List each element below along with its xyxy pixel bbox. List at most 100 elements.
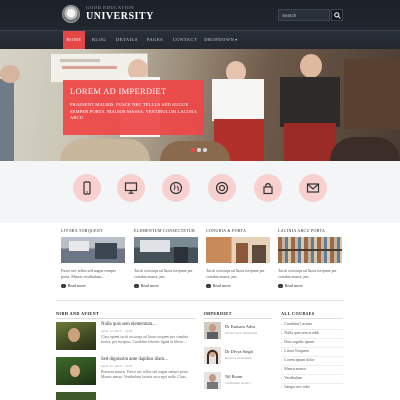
news-title[interactable]: Sed dignissim ante dapibus diam... [101,357,168,362]
read-more-link[interactable]: › Read more [206,283,231,289]
course-link[interactable]: › Curabitur Lacinia [281,322,312,326]
hero-bookshelf [344,59,400,129]
chevron-right-icon: › [281,349,283,353]
course-label: Nulla quis sem at nibh [284,331,320,335]
mobile-icon [83,181,91,195]
course-link[interactable]: › Nulla quis sem at nibh [281,331,319,335]
feature-lifebuoy[interactable] [208,174,236,202]
card-image[interactable] [61,237,125,263]
search-button[interactable] [331,9,343,21]
card-title: LACINIA ARCU PORTA [278,228,326,233]
read-more-link[interactable]: › Read more [61,283,86,289]
chevron-right-icon: › [281,358,283,362]
slider-dot[interactable] [191,148,195,152]
news-date: April 12, 2013 - 14:23 [101,364,133,368]
hero-student-skirt [284,123,336,161]
news-heading-rule [56,318,196,319]
person-item[interactable]: Dr Divya Singh Inceptos elementum [204,347,272,367]
course-link[interactable]: › Vestibulum [281,376,302,380]
nav-dropdown-label: DROPDOWN [204,37,235,42]
hero-teacher-head [0,65,20,83]
lifebuoy-icon [215,181,229,195]
search-icon [334,12,341,19]
card-title: ELEMENTUM CONSECTETUR [134,228,196,233]
read-more-label: Read more [67,283,86,288]
main-nav: HOME BLOG DETAILS PAGES CONTACT DROPDOWN… [0,30,400,49]
feature-envelope[interactable] [299,174,327,202]
person-role: Inceptos elementum [225,356,252,360]
person-name: Dr Divya Singh [225,349,253,354]
course-link[interactable]: › Duis sagittis ipsum [281,340,314,344]
news-date: April 12, 2013 - 14:23 [101,329,133,333]
read-more-label: Read more [140,283,159,288]
feature-monitor[interactable] [117,174,145,202]
hero-foreground-heads [160,141,230,161]
card-text: Taciti sociosqu ad litora torquent per c… [206,268,265,279]
hero-foreground-heads [330,137,400,161]
envelope-icon [306,183,320,193]
news-title[interactable]: Nulla quis sem elementum... [101,322,156,327]
card-image[interactable] [206,237,270,263]
hero-slider[interactable]: LOREM AD IMPERDIET PRAESENT MAURIS. FUSC… [0,49,400,161]
slider-dot[interactable] [203,148,207,152]
news-text: Class aptent taciti sociosqu ad litora t… [101,335,189,344]
feature-globe[interactable] [162,174,190,202]
news-image[interactable] [56,322,96,350]
person-name: Nil Room [225,374,243,379]
nav-home[interactable]: HOME [63,31,85,49]
lock-icon [263,182,273,195]
university-seal-logo[interactable] [62,5,80,23]
avatar [204,347,221,364]
card-title: CONUBIA & PORTA [206,228,247,233]
hero-teacher-figure [0,79,14,161]
logo-tagline: GOOD EDUCATION [86,5,135,10]
person-item[interactable]: Nil Room Vestibulum lacinia [204,372,272,392]
news-image[interactable] [56,392,96,400]
read-more-label: Read more [212,283,231,288]
hero-text: PRAESENT MAURIS. FUSCE NEC TELLUS SED AU… [70,102,197,120]
course-label: Duis sagittis ipsum [284,340,315,344]
arrow-right-icon: › [61,283,66,289]
nav-details[interactable]: DETAILS [113,31,141,49]
news-heading: NIBH AND AFIENT [56,311,100,316]
nav-contact[interactable]: CONTACT [170,31,200,49]
course-link[interactable]: › Mauris massa [281,367,306,371]
arrow-right-icon: › [134,283,139,289]
nav-blog[interactable]: BLOG [88,31,110,49]
course-separator [281,347,343,348]
card-image[interactable] [278,237,342,263]
monitor-icon [124,182,138,194]
course-label: Lorem ipsum dolor [284,358,315,362]
people-heading: IMPERDIET [204,311,232,316]
hero-caption: LOREM AD IMPERDIET PRAESENT MAURIS. FUSC… [63,80,204,135]
hero-title: LOREM AD IMPERDIET [70,86,167,96]
chevron-down-icon: ▾ [235,37,238,42]
course-link[interactable]: › Litora Torquent [281,349,309,353]
card-image[interactable] [134,237,198,263]
feature-lock[interactable] [254,174,282,202]
chevron-right-icon: › [281,385,283,389]
logo-title[interactable]: UNIVERSITY [86,11,154,22]
chevron-right-icon: › [281,376,283,380]
read-more-link[interactable]: › Read more [134,283,159,289]
read-more-link[interactable]: › Read more [278,283,303,289]
card-text: Taciti sociosqu ad litora torquent per c… [278,268,337,279]
nav-pages[interactable]: PAGES [143,31,167,49]
course-link[interactable]: › Integer nec odio [281,385,310,389]
search-input[interactable] [278,9,330,21]
courses-heading: ALL COURSES [281,311,315,316]
course-link[interactable]: › Lorem ipsum dolor [281,358,314,362]
nav-dropdown[interactable]: DROPDOWN▾ [203,31,239,49]
chevron-right-icon: › [281,367,283,371]
feature-mobile[interactable] [73,174,101,202]
slider-dot[interactable] [197,148,201,152]
news-image[interactable] [56,357,96,385]
hero-student-head [300,54,322,78]
course-label: Integer nec odio [284,385,310,389]
course-separator [281,329,343,330]
courses-heading-rule [281,318,343,319]
features-band [0,161,400,223]
card-text: Taciti sociosqu ad litora torquent per c… [134,268,193,279]
person-name: Dr Kumara Adva [225,324,256,329]
person-item[interactable]: Dr Kumara Adva Ullamcorper elementum [204,322,272,342]
